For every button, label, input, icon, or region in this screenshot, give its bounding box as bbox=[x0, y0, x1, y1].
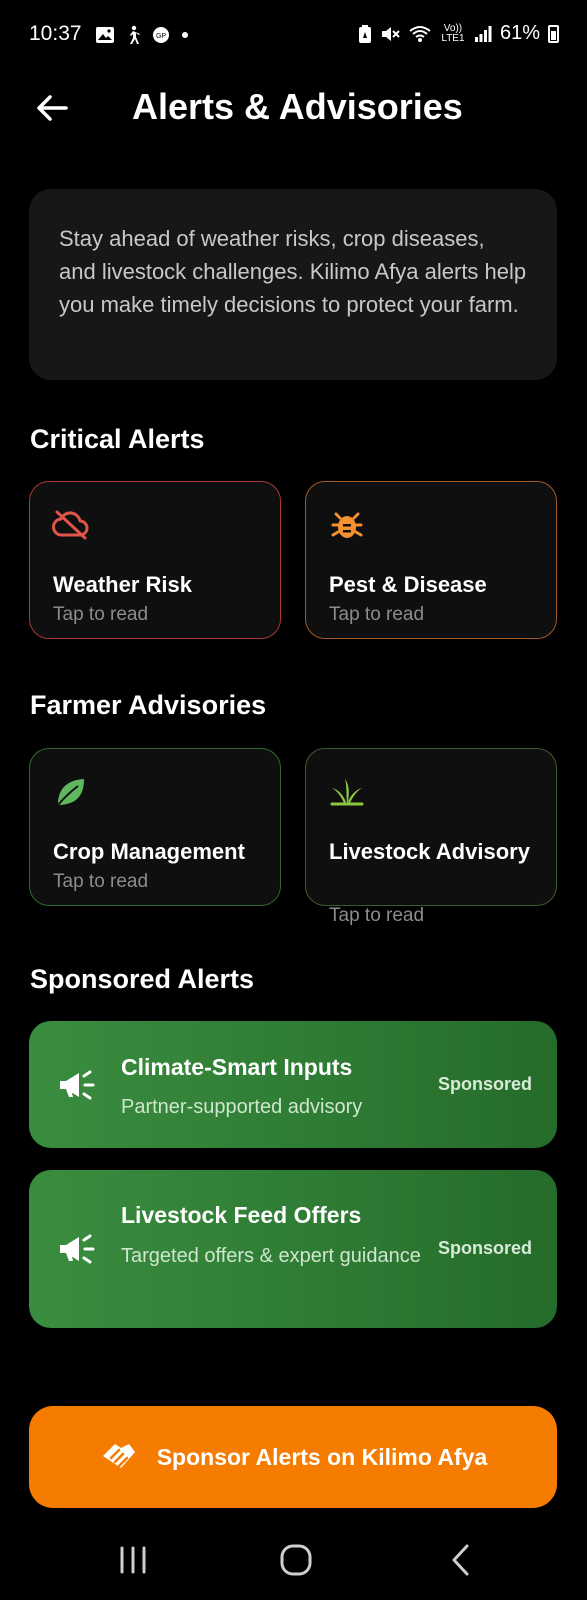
weather-risk-card[interactable]: Weather Risk Tap to read bbox=[29, 481, 281, 639]
bug-icon bbox=[331, 512, 363, 538]
signal-icon bbox=[474, 25, 492, 42]
handshake-icon bbox=[102, 1444, 135, 1468]
status-right-icons: Vo)) LTE1 61% bbox=[358, 22, 559, 45]
weather-risk-label: Weather Risk bbox=[53, 572, 192, 597]
sponsored-badge: Sponsored bbox=[437, 1074, 532, 1094]
crop-management-label: Crop Management bbox=[53, 839, 245, 864]
sponsored-alerts-title: Sponsored Alerts bbox=[30, 964, 255, 994]
svg-text:GP: GP bbox=[156, 33, 166, 40]
dot-icon bbox=[182, 32, 188, 38]
wifi-icon bbox=[409, 25, 431, 42]
farmer-advisories-title: Farmer Advisories bbox=[30, 690, 267, 720]
volte-icon: Vo)) LTE1 bbox=[441, 22, 465, 44]
sponsor-alerts-label: Sponsor Alerts on Kilimo Afya bbox=[156, 1443, 488, 1470]
walking-icon bbox=[130, 25, 140, 44]
intro-card: Stay ahead of weather risks, crop diseas… bbox=[29, 189, 557, 380]
mute-icon bbox=[381, 26, 400, 41]
intro-text: Stay ahead of weather risks, crop diseas… bbox=[59, 226, 527, 317]
app-header: Alerts & Advisories bbox=[0, 80, 587, 140]
leaf-icon bbox=[57, 779, 84, 806]
megaphone-icon bbox=[60, 1070, 95, 1100]
app-icon: GP bbox=[153, 27, 169, 43]
status-time: 10:37 bbox=[29, 22, 82, 45]
livestock-feed-offers-card[interactable]: Livestock Feed Offers Targeted offers & … bbox=[29, 1170, 557, 1328]
grass-icon bbox=[330, 779, 364, 806]
climate-smart-inputs-card[interactable]: Climate-Smart Inputs Partner-supported a… bbox=[29, 1021, 557, 1148]
megaphone-icon bbox=[60, 1234, 95, 1264]
climate-smart-inputs-title: Climate-Smart Inputs bbox=[121, 1054, 353, 1080]
sponsor-alerts-button[interactable]: Sponsor Alerts on Kilimo Afya bbox=[29, 1406, 557, 1508]
pest-disease-label: Pest & Disease bbox=[329, 572, 487, 597]
pest-disease-sub: Tap to read bbox=[329, 604, 425, 625]
crop-management-sub: Tap to read bbox=[53, 871, 149, 892]
sponsored-badge: Sponsored bbox=[437, 1238, 532, 1258]
crop-management-card[interactable]: Crop Management Tap to read bbox=[29, 748, 281, 906]
gallery-icon bbox=[96, 27, 114, 43]
system-nav-bar bbox=[0, 1520, 587, 1600]
battery-saver-icon bbox=[358, 24, 371, 43]
livestock-feed-offers-sub: Targeted offers & expert guidance bbox=[121, 1245, 421, 1267]
status-bar: 10:37 GP Vo)) LTE1 61% bbox=[0, 0, 587, 70]
page-title: Alerts & Advisories bbox=[132, 86, 463, 127]
climate-smart-inputs-sub: Partner-supported advisory bbox=[121, 1096, 363, 1118]
battery-percent: 61% bbox=[499, 22, 540, 44]
back-arrow-icon[interactable] bbox=[34, 90, 70, 126]
cloud-off-icon bbox=[52, 510, 89, 540]
battery-icon bbox=[548, 24, 559, 43]
livestock-advisory-label: Livestock Advisory bbox=[329, 839, 530, 864]
livestock-feed-offers-title: Livestock Feed Offers bbox=[121, 1202, 362, 1228]
home-icon[interactable] bbox=[274, 1540, 318, 1580]
livestock-advisory-sub: Tap to read bbox=[329, 905, 425, 926]
recents-icon[interactable] bbox=[112, 1540, 156, 1580]
status-left-icons: GP bbox=[95, 25, 189, 45]
livestock-advisory-card[interactable]: Livestock Advisory Tap to read bbox=[305, 748, 557, 926]
weather-risk-sub: Tap to read bbox=[53, 604, 149, 625]
critical-alerts-title: Critical Alerts bbox=[30, 424, 205, 454]
pest-disease-card[interactable]: Pest & Disease Tap to read bbox=[305, 481, 557, 639]
back-nav-icon[interactable] bbox=[440, 1540, 484, 1580]
